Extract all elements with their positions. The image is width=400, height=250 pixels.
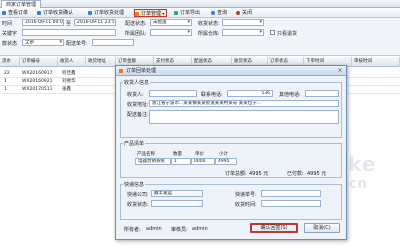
only-returns-label: 只看退货 [277,31,298,37]
view-icon [2,11,6,15]
courier-field[interactable]: 顺丰速运 [151,190,203,197]
note-label: 配送备注: [127,112,149,118]
ship-status-label: 配送状态: [125,21,147,27]
date-to-field[interactable]: 2016-09-11 23:59 [74,19,116,26]
time-label: 时间 [2,21,13,27]
keyword-input[interactable] [22,29,116,36]
product-col-name: 产品名称 [137,152,155,157]
confirm-icon [37,11,41,15]
shipping-group-title: 快递信息 [123,181,146,188]
manage-icon [135,12,139,16]
product-name-cell: 电器营销系统 [135,158,171,165]
receiver-field[interactable] [149,90,197,97]
keyword-label: 关键字 [2,31,18,37]
process-icon [88,11,92,15]
tracking-label: 快递单号: [235,192,257,198]
to-label: 至 [66,21,72,27]
receive-status-select[interactable] [222,19,264,26]
receiver-label: 收货人: [127,92,144,98]
paid-label: 已付款: [287,171,304,177]
view-order-button[interactable]: 查看订单 [2,9,28,17]
col-header[interactable]: 审核时间 [352,57,400,67]
product-qty-cell: 1 [171,158,191,165]
product-price-cell: 0000 [191,158,215,165]
delivery-no-label: 配送单号: [66,41,88,47]
col-header[interactable]: 收货地址 [86,57,116,67]
dialog-titlebar: 订单回单处理 × [116,66,346,76]
only-returns-checkbox[interactable] [270,30,275,35]
dialog-close-icon[interactable]: × [336,67,344,74]
product-col-price: 单价 [195,152,204,157]
reviewer-label: 审核员: [171,227,188,233]
phone-label: 联系电话: [201,92,223,98]
order-manage-button[interactable]: 订单管理 ▾ [134,9,168,17]
address-label: 收货地址: [127,102,149,108]
receive-status-label: 收货状态: [198,21,220,27]
team-label: 所属团队: [125,31,147,37]
date-from-field[interactable]: 2016-09-11 00:00 [22,19,64,26]
delivery-no-input[interactable] [92,39,134,46]
ship-status-select[interactable]: 未配送 [150,19,192,26]
receive-time-label: 收货时间: [235,202,257,208]
tracking-field[interactable] [261,190,321,197]
note-field[interactable] [149,110,339,124]
product-col-subtotal: 小计 [219,152,228,157]
phone-field[interactable]: 536 [227,90,273,97]
team-select[interactable] [150,29,192,36]
pickup-label: 所属仓库: [198,31,220,37]
courier-label: 快递公司: [127,192,149,198]
receiver-group-title: 收货人信息 [123,79,151,86]
owner-label: 所有者: [124,227,141,233]
product-group-title: 产品清单 [123,140,146,147]
shipping-group: 快递信息 快递公司: 顺丰速运 快递单号: 收货状态: 收货时间: [120,181,342,220]
cancel-button[interactable]: 取消(C) [304,223,340,233]
address-field[interactable]: 浙江省宁波市...某某镇某某街道某某村某号 某某位于... [149,100,339,107]
tab-order-management[interactable]: 商家订单管理 [1,0,42,8]
order-status-select[interactable]: 全部 [22,39,64,46]
order-export-button[interactable]: 订单导出 [174,9,200,17]
owner-value: admin [146,226,162,232]
order-total-label: 订单总额: [225,171,247,177]
export-icon [174,11,178,15]
order-total-value: 4995 元 [249,171,269,177]
filter-panel: 时间 2016-09-11 00:00 至 2016-09-11 23:59 配… [0,18,400,56]
window-titlebar: 商家订单管理 [0,0,400,8]
order-receipt-dialog: 订单回单处理 × 收货人信息 收货人: 联系电话: 536 其他电话: 收货地址… [115,65,347,240]
close-icon [236,11,240,15]
confirm-receive-button[interactable]: 订单收货确认 [37,9,73,17]
receive-process-button[interactable]: 订单收货处理 [88,9,124,17]
reviewer-value: admin [192,226,208,232]
order-status-label: 款状态 [2,41,18,47]
dialog-title: 订单回单处理 [126,68,157,74]
other-phone-field[interactable] [305,90,339,97]
col-header[interactable]: 订单编号 [20,57,58,67]
pickup-select[interactable] [222,29,264,36]
receiver-group: 收货人信息 收货人: 联系电话: 536 其他电话: 收货地址: 浙江省宁波市.… [120,79,342,138]
product-group: 产品清单 产品名称 数量 单价 小计 电器营销系统 1 0000 4995 订单… [120,140,342,178]
product-subtotal-cell: 4995 [215,158,237,165]
chevron-down-icon: ▾ [161,11,165,16]
col-header[interactable]: 收货人 [58,57,86,67]
paid-value: 4995 元 [307,171,327,177]
confirm-receipt-button[interactable]: 确认回签(S) [250,223,298,233]
dialog-app-icon [119,69,123,73]
receive-status-label: 收货状态: [127,202,149,208]
col-header[interactable]: 流水 [0,57,20,67]
search-icon [211,11,215,15]
close-button[interactable]: 关闭 [236,9,252,17]
receive-status-field[interactable] [151,200,203,207]
search-button[interactable]: 查询 [211,9,227,17]
receive-time-field[interactable] [261,200,321,207]
other-phone-label: 其他电话: [279,92,301,98]
toolbar: 查看订单 订单收货确认 订单收货处理 订单管理 ▾ 订单导出 查询 关闭 [0,8,400,18]
product-col-qty: 数量 [173,152,182,157]
